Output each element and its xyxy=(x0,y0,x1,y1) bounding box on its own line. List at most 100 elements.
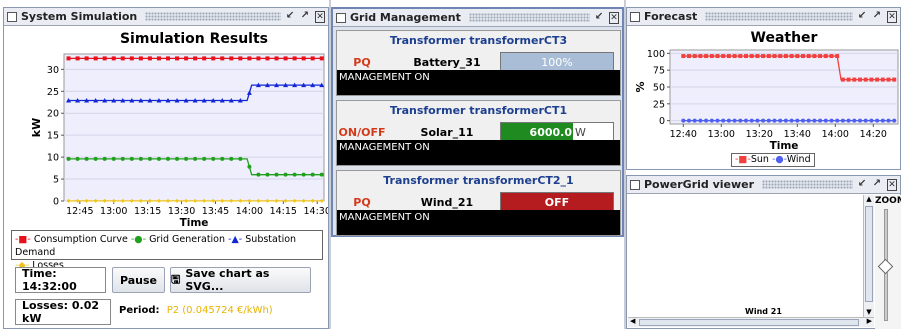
data-point xyxy=(129,156,134,161)
data-point xyxy=(138,56,143,61)
window-icon xyxy=(7,11,17,22)
data-point xyxy=(274,172,279,177)
data-point xyxy=(852,118,857,123)
data-point xyxy=(715,54,720,59)
solar-power-fill: 6000.0 xyxy=(501,123,573,141)
weather-legend: -■-Sun -●-Wind xyxy=(731,153,815,167)
transformer-device-name: Solar_11 xyxy=(420,126,474,139)
sim-titlebar[interactable]: System Simulation ↙ ↗ ✕ xyxy=(4,8,328,26)
data-point xyxy=(292,172,297,177)
data-point xyxy=(801,118,805,123)
data-point xyxy=(772,118,777,123)
data-point xyxy=(698,54,703,59)
data-point xyxy=(184,56,189,61)
data-point xyxy=(220,156,225,161)
battery-level-control[interactable]: 100% xyxy=(500,52,614,72)
data-point xyxy=(835,118,840,123)
scroll-left-arrow-icon[interactable]: ◀ xyxy=(630,317,635,325)
management-status: MANAGEMENT ON xyxy=(337,210,620,235)
save-svg-button[interactable]: 🖫 Save chart as SVG... xyxy=(170,267,311,293)
scroll-down-arrow-icon[interactable]: ▼ xyxy=(864,308,874,317)
maximize-icon[interactable]: ↗ xyxy=(872,10,882,23)
data-point xyxy=(732,118,737,123)
data-point xyxy=(829,54,834,59)
scroll-right-arrow-icon[interactable]: ▶ xyxy=(867,317,872,325)
data-point xyxy=(840,77,845,82)
x-tick-label: 13:00 xyxy=(100,206,127,217)
data-point xyxy=(238,156,243,161)
data-point xyxy=(147,56,152,61)
data-point xyxy=(886,118,891,123)
legend-sun: -■-Sun xyxy=(735,154,769,165)
data-point xyxy=(761,118,766,123)
data-point xyxy=(301,56,306,61)
data-point xyxy=(211,56,216,61)
data-point xyxy=(93,56,98,61)
solar-power-control[interactable]: 6000.0 W xyxy=(500,122,614,142)
data-point xyxy=(193,156,198,161)
scroll-up-arrow-icon[interactable]: ▲ xyxy=(864,195,874,204)
data-point xyxy=(274,56,279,61)
data-point xyxy=(247,164,252,169)
data-point xyxy=(129,56,134,61)
data-point xyxy=(823,118,828,123)
powergrid-titlebar[interactable]: PowerGrid viewer ↙ ↗ ✕ xyxy=(627,176,900,194)
close-icon[interactable]: ✕ xyxy=(887,178,897,191)
x-tick-label: 13:00 xyxy=(708,129,735,140)
zoom-label: ZOOM xyxy=(875,196,901,206)
data-point xyxy=(846,77,851,82)
data-point xyxy=(738,54,743,59)
data-point xyxy=(869,77,874,82)
y-tick-label: 25 xyxy=(653,99,665,110)
forecast-titlebar[interactable]: Forecast ↙ ↗ ✕ xyxy=(627,8,900,26)
maximize-icon[interactable]: ↗ xyxy=(872,178,882,191)
maximize-icon[interactable]: ↗ xyxy=(300,10,310,23)
grid-canvas[interactable]: Wind 21 xyxy=(628,195,863,317)
management-status: MANAGEMENT ON xyxy=(337,140,620,165)
data-point xyxy=(283,172,288,177)
horizontal-scrollbar[interactable]: ◀ ▶ xyxy=(628,317,874,327)
grid-window-title: Grid Management xyxy=(350,11,465,24)
pause-button[interactable]: Pause xyxy=(112,267,165,293)
data-point xyxy=(840,118,845,123)
minimize-icon[interactable]: ↙ xyxy=(594,11,604,24)
y-tick-label: 10 xyxy=(47,153,59,164)
data-point xyxy=(858,118,862,123)
data-point xyxy=(202,56,207,61)
x-tick-label: 14:00 xyxy=(236,206,263,217)
data-point xyxy=(852,77,857,82)
data-point xyxy=(880,118,885,123)
horizontal-scroll-thumb[interactable] xyxy=(639,319,859,326)
data-point xyxy=(692,54,697,59)
grid-titlebar[interactable]: Grid Management ↙ ✕ xyxy=(333,9,622,27)
x-tick-label: 12:40 xyxy=(670,129,697,140)
data-point xyxy=(102,56,107,61)
pause-label: Pause xyxy=(119,273,158,287)
data-point xyxy=(875,77,880,82)
titlebar-grip xyxy=(705,12,853,21)
wind-toggle-button[interactable]: OFF xyxy=(500,192,614,212)
close-icon[interactable]: ✕ xyxy=(315,10,325,23)
data-point xyxy=(247,56,252,61)
data-point xyxy=(721,118,726,123)
x-tick-label: 13:15 xyxy=(134,206,161,217)
minimize-icon[interactable]: ↙ xyxy=(285,10,295,23)
data-point xyxy=(875,118,880,123)
data-point xyxy=(783,118,788,123)
data-point xyxy=(84,156,89,161)
close-icon[interactable]: ✕ xyxy=(887,10,897,23)
close-icon[interactable]: ✕ xyxy=(609,11,619,24)
minimize-icon[interactable]: ↙ xyxy=(857,178,867,191)
data-point xyxy=(806,118,811,123)
data-point xyxy=(111,56,116,61)
data-point xyxy=(795,118,800,123)
zoom-slider-thumb[interactable] xyxy=(877,258,894,275)
vertical-scrollbar[interactable]: ▲ ▼ xyxy=(863,195,874,317)
minimize-icon[interactable]: ↙ xyxy=(857,10,867,23)
data-point xyxy=(111,156,116,161)
data-point xyxy=(704,118,709,123)
data-point xyxy=(846,118,851,123)
y-tick-label: 75 xyxy=(653,66,665,77)
vertical-scroll-thumb[interactable] xyxy=(865,206,873,302)
wind-toggle-text: OFF xyxy=(544,195,570,209)
